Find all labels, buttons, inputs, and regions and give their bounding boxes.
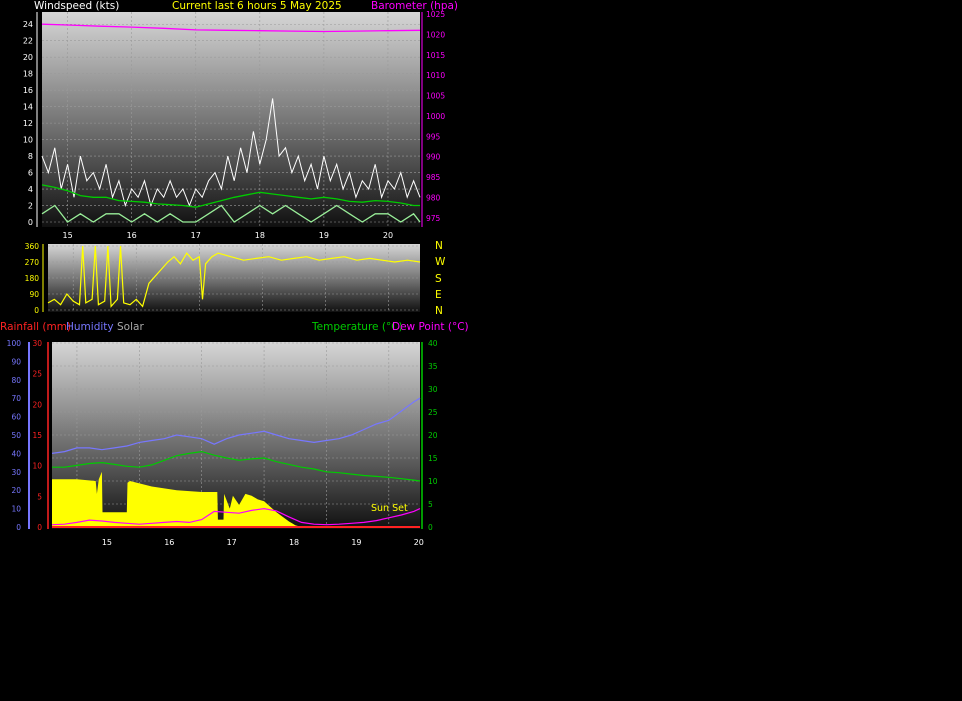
rainfall-tick-label: 10 <box>32 462 42 471</box>
barometer-tick-label: 1000 <box>426 112 445 121</box>
windspeed-tick-label: 12 <box>23 119 33 128</box>
wind-time-tick-label: 15 <box>63 231 73 240</box>
windspeed-tick-label: 0 <box>28 218 33 227</box>
lower-time-tick-label: 15 <box>102 538 112 547</box>
windspeed-tick-label: 10 <box>23 136 33 145</box>
wind-time-tick-label: 17 <box>191 231 201 240</box>
barometer-tick-label: 980 <box>426 194 441 203</box>
barometer-tick-label: 1020 <box>426 30 445 39</box>
direction-tick-label: 90 <box>29 290 39 299</box>
rainfall-tick-label: 5 <box>37 492 42 501</box>
temperature-tick-label: 5 <box>428 500 433 509</box>
temperature-tick-label: 25 <box>428 408 438 417</box>
barometer-tick-label: 1010 <box>426 71 445 80</box>
wind-time-tick-label: 18 <box>255 231 265 240</box>
barometer-tick-label: 1015 <box>426 51 445 60</box>
humidity-tick-label: 80 <box>11 376 21 385</box>
barometer-tick-label: 990 <box>426 153 441 162</box>
lower-time-tick-label: 20 <box>414 538 424 547</box>
rainfall-tick-label: 30 <box>32 339 42 348</box>
humidity-tick-label: 10 <box>11 505 21 514</box>
rainfall-tick-label: 0 <box>37 523 42 532</box>
rainfall-tick-label: 20 <box>32 400 42 409</box>
lower-time-tick-label: 19 <box>351 538 361 547</box>
windspeed-tick-label: 4 <box>28 185 33 194</box>
temperature-tick-label: 35 <box>428 362 438 371</box>
windspeed-tick-label: 6 <box>28 169 33 178</box>
humidity-tick-label: 40 <box>11 449 21 458</box>
wind-time-tick-label: 20 <box>383 231 393 240</box>
humidity-tick-label: 50 <box>11 431 21 440</box>
windspeed-tick-label: 22 <box>23 37 33 46</box>
humidity-tick-label: 70 <box>11 394 21 403</box>
direction-tick-label: 180 <box>25 274 40 283</box>
rainfall-tick-label: 25 <box>32 370 42 379</box>
sunset-annotation: Sun Set <box>371 503 408 514</box>
wind-time-tick-label: 16 <box>127 231 137 240</box>
barometer-tick-label: 985 <box>426 173 441 182</box>
lower-time-tick-label: 17 <box>227 538 237 547</box>
wind-time-tick-label: 19 <box>319 231 329 240</box>
barometer-tick-label: 1025 <box>426 10 445 19</box>
temperature-tick-label: 30 <box>428 385 438 394</box>
weather-graph: Windspeed (kts) Current last 6 hours 5 M… <box>0 0 962 701</box>
wind-direction-chart: 0 90 180 270 360 <box>25 242 421 315</box>
temperature-tick-label: 20 <box>428 431 438 440</box>
humidity-tick-label: 20 <box>11 486 21 495</box>
humidity-tick-label: 0 <box>16 523 21 532</box>
rainfall-tick-label: 15 <box>32 431 42 440</box>
humidity-tick-label: 60 <box>11 413 21 422</box>
wind-barometer-chart: 0246810121416182022249759809859909951000… <box>23 10 446 240</box>
direction-tick-label: 270 <box>25 258 40 267</box>
barometer-tick-label: 975 <box>426 214 441 223</box>
temperature-tick-label: 10 <box>428 477 438 486</box>
barometer-tick-label: 995 <box>426 132 441 141</box>
lower-time-tick-label: 16 <box>164 538 174 547</box>
barometer-tick-label: 1005 <box>426 92 445 101</box>
windspeed-tick-label: 24 <box>23 20 33 29</box>
windspeed-tick-label: 20 <box>23 53 33 62</box>
windspeed-tick-label: 18 <box>23 70 33 79</box>
temperature-tick-label: 15 <box>428 454 438 463</box>
direction-tick-label: 360 <box>25 242 40 251</box>
windspeed-tick-label: 8 <box>28 152 33 161</box>
humidity-tick-label: 90 <box>11 357 21 366</box>
humidity-tick-label: 100 <box>7 339 22 348</box>
temperature-tick-label: 0 <box>428 523 433 532</box>
humidity-tick-label: 30 <box>11 468 21 477</box>
wind-panel-background <box>42 12 420 227</box>
rain-humidity-temperature-chart: 0 10 20 30 40 50 60 70 80 90 100 0 5 10 15 20 25 30 0 5 10 15… <box>7 339 438 547</box>
lower-time-tick-label: 18 <box>289 538 299 547</box>
windspeed-tick-label: 2 <box>28 202 33 211</box>
temperature-tick-label: 40 <box>428 339 438 348</box>
chart-canvas: 0246810121416182022249759809859909951000… <box>7 10 446 547</box>
windspeed-tick-label: 16 <box>23 86 33 95</box>
windspeed-tick-label: 14 <box>23 103 33 112</box>
direction-tick-label: 0 <box>34 306 39 315</box>
